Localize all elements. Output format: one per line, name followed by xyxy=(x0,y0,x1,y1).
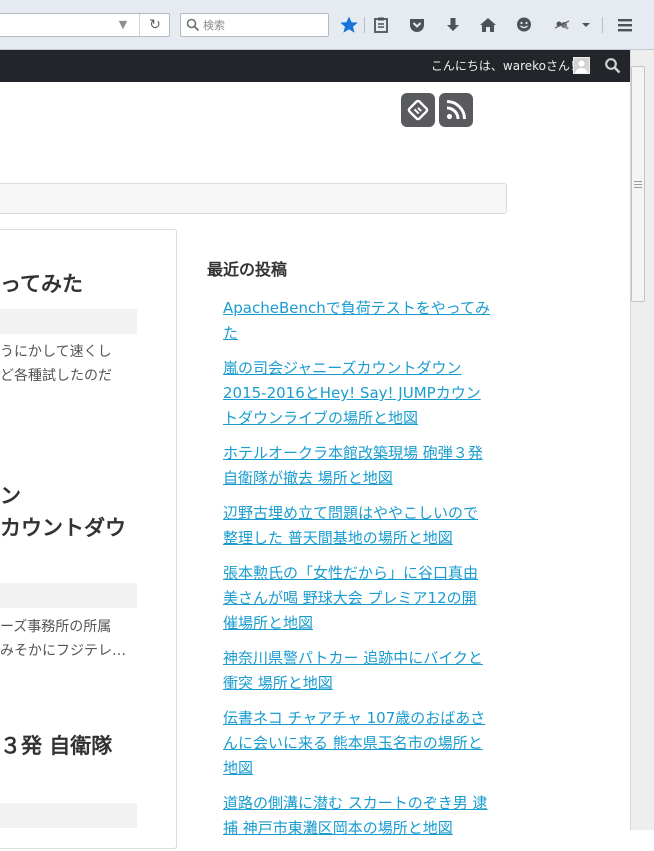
extension-icon[interactable] xyxy=(550,13,574,37)
bookmark-star-icon[interactable] xyxy=(337,13,361,37)
menu-icon[interactable] xyxy=(613,13,637,37)
list-item: ApacheBenchで負荷テストをやってみた xyxy=(223,296,508,346)
feedly-button[interactable] xyxy=(401,93,435,127)
search-input[interactable] xyxy=(203,16,323,34)
chat-icon[interactable] xyxy=(512,13,536,37)
recent-post-link[interactable]: ApacheBenchで負荷テストをやってみた xyxy=(223,296,508,346)
browser-toolbar: ▼ ↻ xyxy=(0,0,654,50)
post-title[interactable]: カウントダウ xyxy=(0,510,126,546)
avatar[interactable] xyxy=(573,57,590,74)
rss-icon xyxy=(446,100,466,120)
download-icon[interactable] xyxy=(441,13,465,37)
user-avatar-icon xyxy=(574,58,589,73)
recent-post-link[interactable]: 道路の側溝に潜む スカートのぞき男 逮捕 神戸市東灘区岡本の場所と地図 xyxy=(223,791,508,841)
post-meta-bar xyxy=(0,583,137,608)
recent-post-link[interactable]: 辺野古埋め立て問題はややこしいので 整理した 普天間基地の場所と地図 xyxy=(223,501,508,551)
recent-post-link[interactable]: 張本勲氏の「女性だから」に谷口真由 美さんが喝 野球大会 プレミア12の開 催場所と… xyxy=(223,561,508,636)
recent-post-link[interactable]: ホテルオークラ本館改築現場 砲弾３発 自衛隊が撤去 場所と地図 xyxy=(223,441,508,491)
reload-icon[interactable]: ↻ xyxy=(139,14,170,36)
list-item: 辺野古埋め立て問題はややこしいので 整理した 普天間基地の場所と地図 xyxy=(223,501,508,551)
post-title[interactable]: ３発 自衛隊 xyxy=(0,728,112,764)
extension-dropdown-icon[interactable] xyxy=(578,13,594,37)
rss-button[interactable] xyxy=(439,93,473,127)
bookmarks-library-icon[interactable] xyxy=(369,13,393,37)
post-excerpt: うにかして速くし xyxy=(0,344,112,360)
post-excerpt: ーズ事務所の所属 xyxy=(0,619,112,635)
pocket-icon[interactable] xyxy=(405,13,429,37)
recent-posts-list: ApacheBenchで負荷テストをやってみた 嵐の司会ジャニーズカウントダウン… xyxy=(223,296,508,851)
list-item: ホテルオークラ本館改築現場 砲弾３発 自衛隊が撤去 場所と地図 xyxy=(223,441,508,491)
list-item: 伝書ネコ チャアチャ 107歳のおばあさ んに会いに来る 熊本県玉名市の場所と 地図 xyxy=(223,706,508,781)
list-item: 神奈川県警パトカー 追跡中にバイクと 衝突 場所と地図 xyxy=(223,646,508,696)
recent-post-link[interactable]: 神奈川県警パトカー 追跡中にバイクと 衝突 場所と地図 xyxy=(223,646,508,696)
url-history-dropdown-icon[interactable]: ▼ xyxy=(115,16,131,34)
toolbar-divider xyxy=(364,17,365,33)
list-item: 道路の側溝に潜む スカートのぞき男 逮捕 神戸市東灘区岡本の場所と地図 xyxy=(223,791,508,841)
search-icon xyxy=(186,18,200,32)
recent-post-link[interactable]: 嵐の司会ジャニーズカウントダウン 2015-2016とHey! Say! JUMP… xyxy=(223,356,508,431)
admin-bar: こんにちは、warekoさん！ xyxy=(0,50,630,82)
post-meta-bar xyxy=(0,803,137,828)
scrollbar-grip xyxy=(633,181,643,190)
post-title[interactable]: ン xyxy=(0,478,21,514)
toolbar-divider xyxy=(602,17,603,33)
recent-posts-heading: 最近の投稿 xyxy=(207,260,288,279)
list-item: 嵐の司会ジャニーズカウントダウン 2015-2016とHey! Say! JUMP… xyxy=(223,356,508,431)
post-excerpt: ど各種試したのだ xyxy=(0,368,112,384)
post-title[interactable]: ってみた xyxy=(0,266,83,302)
search-bar[interactable] xyxy=(180,13,329,37)
greeting-text[interactable]: こんにちは、warekoさん！ xyxy=(431,50,582,82)
home-icon[interactable] xyxy=(476,13,500,37)
feedly-icon xyxy=(407,99,429,121)
url-bar[interactable]: ▼ ↻ xyxy=(0,13,170,37)
admin-search-icon[interactable] xyxy=(604,57,622,75)
list-item: 張本勲氏の「女性だから」に谷口真由 美さんが喝 野球大会 プレミア12の開 催場所と… xyxy=(223,561,508,636)
site-navigation-bar xyxy=(0,183,507,214)
post-meta-bar xyxy=(0,309,137,334)
recent-post-link[interactable]: 伝書ネコ チャアチャ 107歳のおばあさ んに会いに来る 熊本県玉名市の場所と 地図 xyxy=(223,706,508,781)
post-excerpt: みそかにフジテレ… xyxy=(0,643,126,659)
